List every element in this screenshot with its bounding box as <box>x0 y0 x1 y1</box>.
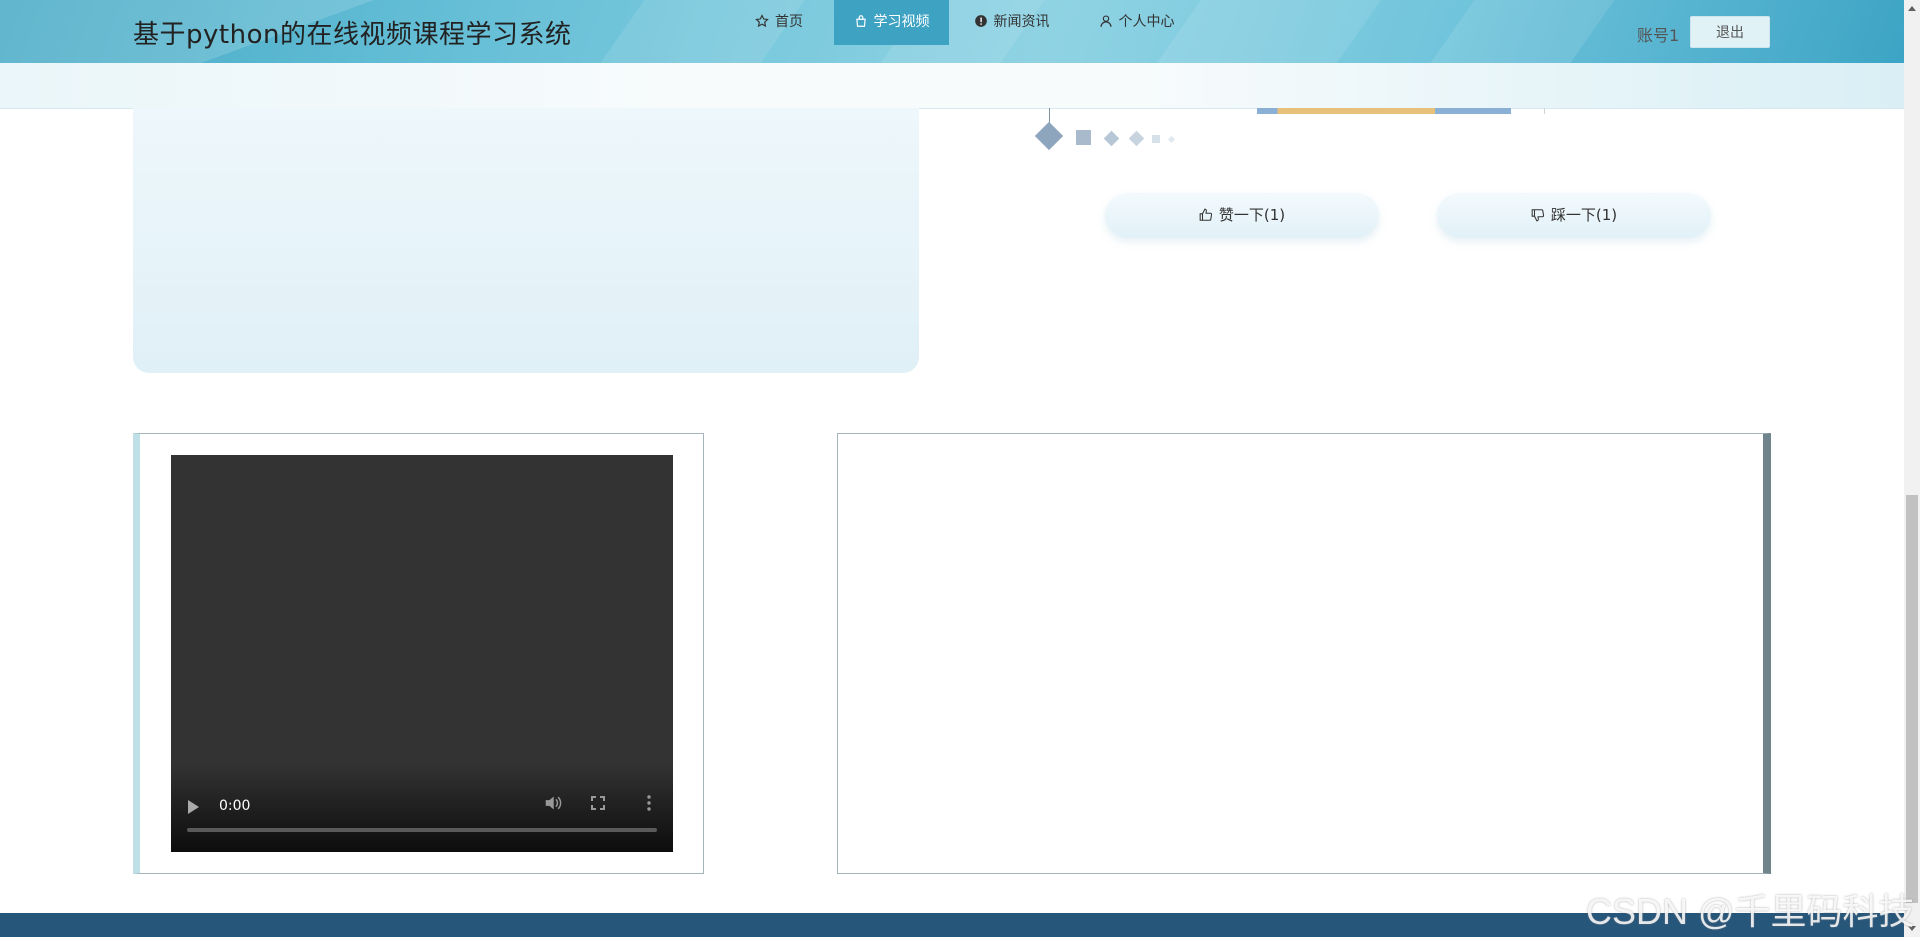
nav-item-user-center[interactable]: 个人中心 <box>1074 0 1199 45</box>
fullscreen-icon[interactable] <box>591 795 605 814</box>
decorative-square <box>1076 130 1091 145</box>
bag-icon <box>854 14 874 30</box>
image-border <box>1544 108 1545 114</box>
video-time: 0:00 <box>219 798 251 814</box>
volume-icon[interactable] <box>544 795 562 815</box>
like-label: 赞一下(1) <box>1218 206 1286 224</box>
star-icon <box>755 14 775 30</box>
user-icon <box>1099 14 1119 30</box>
scrollbar-thumb[interactable] <box>1906 495 1918 903</box>
nav-item-home[interactable]: 首页 <box>724 0 834 45</box>
thumbs-up-icon <box>1199 206 1219 224</box>
scroll-up-arrow-icon[interactable] <box>1904 0 1920 17</box>
nav-item-news[interactable]: 新闻资讯 <box>949 0 1074 45</box>
more-options-icon[interactable] <box>647 795 651 815</box>
video-progress-bar[interactable] <box>187 828 657 832</box>
decorative-diamond <box>1128 130 1145 147</box>
nav-item-label: 首页 <box>775 14 803 30</box>
like-button[interactable]: 赞一下(1) <box>1105 193 1379 238</box>
watermark-text: CSDN @千里码科技 <box>1586 891 1915 932</box>
dislike-label: 踩一下(1) <box>1550 206 1618 224</box>
course-detail-card <box>837 433 1771 874</box>
site-title: 基于python的在线视频课程学习系统 <box>133 20 572 50</box>
decorative-diamond <box>1034 121 1064 151</box>
nav-item-label: 学习视频 <box>873 14 930 30</box>
account-name[interactable]: 账号1 <box>1637 22 1679 46</box>
nav-item-label: 个人中心 <box>1118 14 1175 30</box>
thumbs-down-icon <box>1531 206 1551 224</box>
decorative-square <box>1152 135 1160 143</box>
dislike-button[interactable]: 踩一下(1) <box>1437 193 1711 238</box>
course-info-panel <box>133 108 919 373</box>
logout-button[interactable]: 退出 <box>1690 16 1770 48</box>
nav-item-study-videos[interactable]: 学习视频 <box>834 0 949 45</box>
info-icon <box>974 14 994 30</box>
decorative-diamond <box>1103 130 1120 147</box>
main-nav <box>0 63 1904 109</box>
course-image <box>1257 108 1511 114</box>
nav-item-label: 新闻资讯 <box>993 14 1050 30</box>
play-icon[interactable] <box>188 800 199 814</box>
decorative-diamond <box>1167 135 1176 144</box>
video-player[interactable]: 0:00 <box>171 455 673 852</box>
